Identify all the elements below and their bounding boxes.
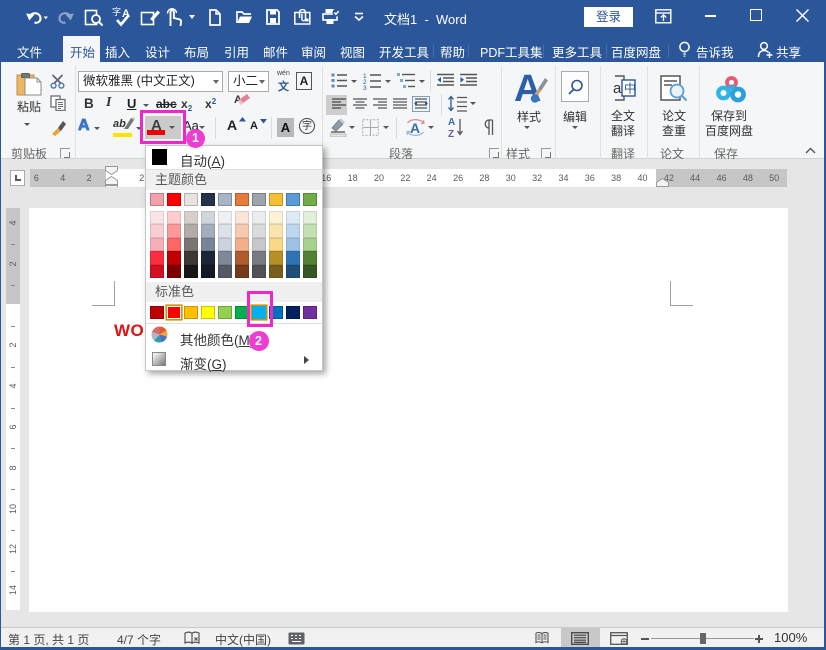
svg-text:A: A [448,117,455,128]
svg-text:A: A [410,120,420,136]
svg-text:a: a [613,80,622,97]
svg-text:中: 中 [624,81,636,96]
svg-text:3: 3 [363,85,367,90]
svg-text:Z: Z [448,129,454,138]
svg-text:字: 字 [112,7,121,17]
